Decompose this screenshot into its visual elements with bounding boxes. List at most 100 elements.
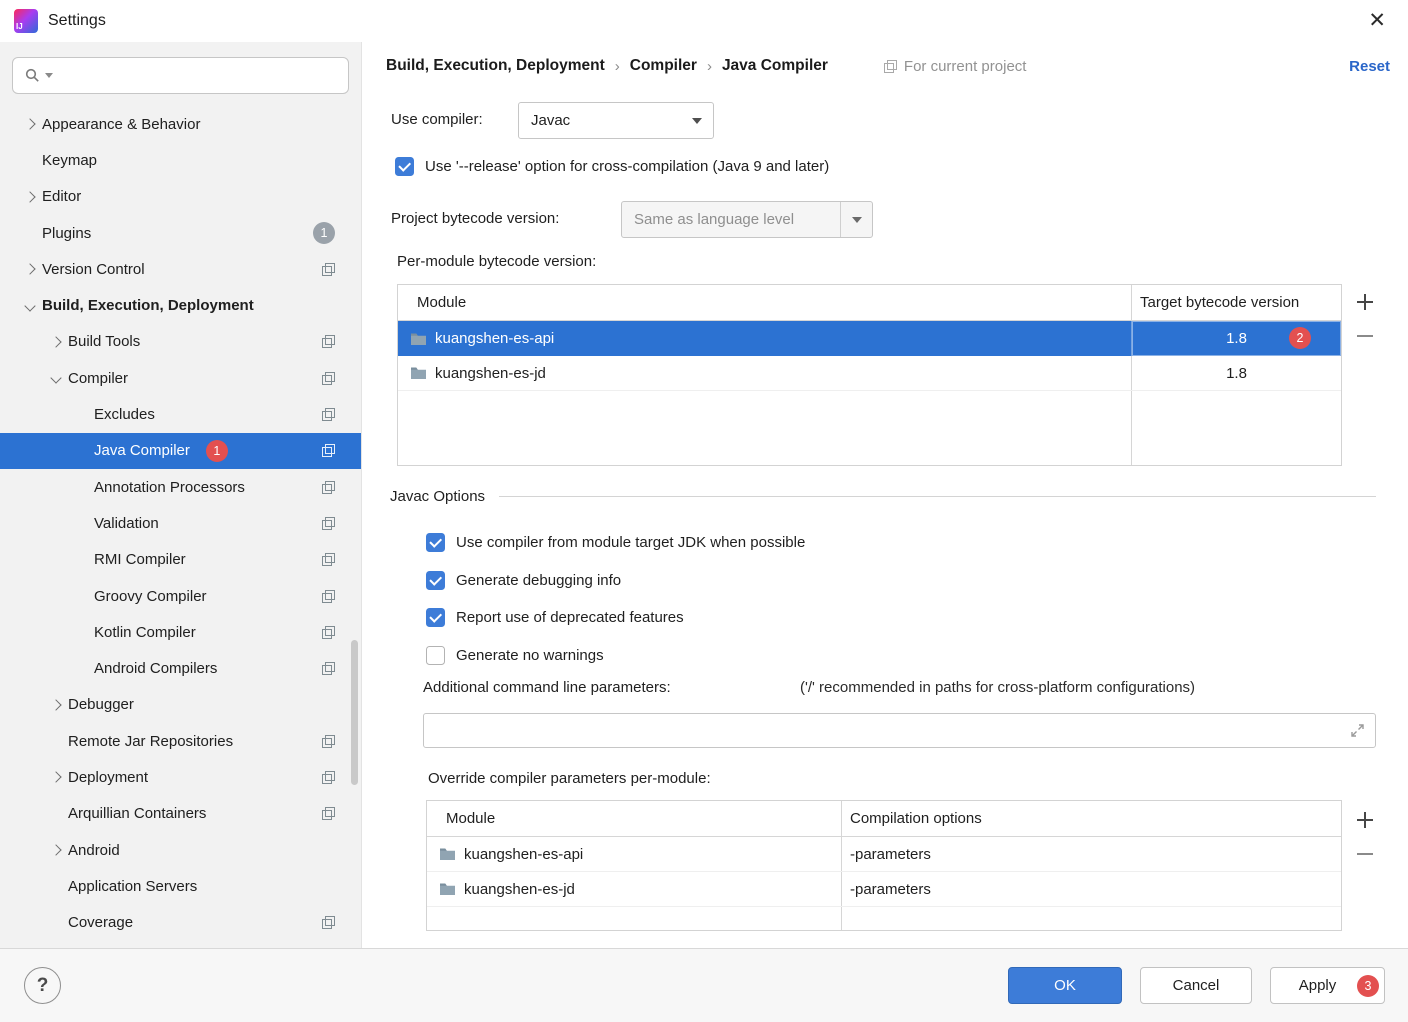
sidebar-item-coverage[interactable]: Coverage <box>0 905 361 941</box>
remove-override-button[interactable] <box>1357 853 1373 855</box>
compiler-dropdown[interactable]: Javac <box>518 102 714 139</box>
chevron-spacer <box>20 222 42 244</box>
chevron-right-icon[interactable] <box>20 186 42 208</box>
option-label: Generate no warnings <box>456 647 604 664</box>
breadcrumb-build-execution-deployment[interactable]: Build, Execution, Deployment <box>386 57 605 75</box>
chevron-down-icon[interactable] <box>840 202 872 237</box>
sidebar-item-compiler[interactable]: Compiler <box>0 360 361 396</box>
shared-settings-icon <box>884 60 897 73</box>
target-bytecode-cell[interactable]: 1.82 <box>1131 321 1341 356</box>
sidebar-item-application-servers[interactable]: Application Servers <box>0 868 361 904</box>
chevron-right-icon[interactable] <box>46 766 68 788</box>
chevron-spacer <box>72 549 94 571</box>
module-icon <box>410 332 427 346</box>
sidebar-item-debugger[interactable]: Debugger <box>0 687 361 723</box>
shared-settings-icon <box>322 662 335 675</box>
sidebar-item-plugins[interactable]: Plugins1 <box>0 215 361 251</box>
sidebar-item-arquillian-containers[interactable]: Arquillian Containers <box>0 796 361 832</box>
sidebar-item-build-execution-deployment[interactable]: Build, Execution, Deployment <box>0 287 361 323</box>
table-row-kuangshen-es-api[interactable]: kuangshen-es-api1.82 <box>398 321 1341 356</box>
checkbox-checked-icon[interactable] <box>426 571 445 590</box>
breadcrumb-separator: › <box>615 58 620 75</box>
sidebar-item-android-compilers[interactable]: Android Compilers <box>0 650 361 686</box>
module-cell: kuangshen-es-api <box>427 837 841 871</box>
target-bytecode-cell[interactable]: 1.8 <box>1131 356 1341 390</box>
sidebar-item-groovy-compiler[interactable]: Groovy Compiler <box>0 578 361 614</box>
search-input[interactable] <box>58 67 336 84</box>
sidebar-item-keymap[interactable]: Keymap <box>0 142 361 178</box>
sidebar-item-java-compiler[interactable]: Java Compiler1 <box>0 433 361 469</box>
chevron-spacer <box>72 658 94 680</box>
compilation-options-cell[interactable]: -parameters <box>841 872 1341 906</box>
intellij-logo-icon: IJ <box>14 9 38 33</box>
add-module-button[interactable] <box>1355 292 1375 312</box>
shared-settings-icon <box>322 590 335 603</box>
empty-cell <box>398 391 1131 465</box>
chevron-right-icon[interactable] <box>20 258 42 280</box>
sidebar-item-excludes[interactable]: Excludes <box>0 396 361 432</box>
checkbox-checked-icon[interactable] <box>426 533 445 552</box>
expand-field-icon[interactable] <box>1350 723 1365 738</box>
ok-button[interactable]: OK <box>1008 967 1122 1004</box>
sidebar-item-kotlin-compiler[interactable]: Kotlin Compiler <box>0 614 361 650</box>
cmdline-params-input[interactable] <box>434 722 1350 739</box>
sidebar-item-version-control[interactable]: Version Control <box>0 251 361 287</box>
sidebar-item-label: Editor <box>42 188 81 205</box>
sidebar-item-validation[interactable]: Validation <box>0 505 361 541</box>
remove-module-button[interactable] <box>1357 335 1373 337</box>
table-row-kuangshen-es-api[interactable]: kuangshen-es-api-parameters <box>427 837 1341 872</box>
cmdline-params-field[interactable] <box>423 713 1376 748</box>
sidebar-item-label: Build, Execution, Deployment <box>42 297 254 314</box>
chevron-down-icon[interactable] <box>681 103 713 138</box>
sidebar-item-label: Appearance & Behavior <box>42 116 200 133</box>
chevron-down-icon[interactable] <box>46 367 68 389</box>
sidebar-item-appearance-behavior[interactable]: Appearance & Behavior <box>0 106 361 142</box>
compilation-options-cell[interactable]: -parameters <box>841 837 1341 871</box>
help-button[interactable]: ? <box>24 967 61 1004</box>
option-report-use-of-deprecated-features[interactable]: Report use of deprecated features <box>426 599 805 637</box>
sidebar-item-build-tools[interactable]: Build Tools <box>0 324 361 360</box>
module-cell: kuangshen-es-api <box>398 321 1131 356</box>
checkbox-checked-icon[interactable] <box>426 608 445 627</box>
add-override-button[interactable] <box>1355 810 1375 830</box>
checkbox-checked-icon[interactable] <box>395 157 414 176</box>
chevron-spacer <box>20 149 42 171</box>
table-row-kuangshen-es-jd[interactable]: kuangshen-es-jd1.8 <box>398 356 1341 391</box>
shared-settings-icon <box>322 771 335 784</box>
sidebar-item-android[interactable]: Android <box>0 832 361 868</box>
chevron-right-icon[interactable] <box>46 839 68 861</box>
settings-search[interactable] <box>12 57 349 94</box>
sidebar-scrollbar[interactable] <box>351 640 358 785</box>
release-option-row[interactable]: Use '--release' option for cross-compila… <box>395 157 829 176</box>
breadcrumb-compiler[interactable]: Compiler <box>630 57 697 75</box>
search-filter-caret-icon[interactable] <box>45 73 53 78</box>
column-header-target-bytecode-version: Target bytecode version <box>1131 285 1341 320</box>
apply-button[interactable]: Apply 3 <box>1270 967 1385 1004</box>
sidebar-item-remote-jar-repositories[interactable]: Remote Jar Repositories <box>0 723 361 759</box>
scope-label: For current project <box>904 58 1027 75</box>
option-generate-no-warnings[interactable]: Generate no warnings <box>426 637 805 675</box>
sidebar-item-label: Android <box>68 842 120 859</box>
chevron-down-icon[interactable] <box>20 295 42 317</box>
option-label: Report use of deprecated features <box>456 609 684 626</box>
apply-button-label: Apply <box>1299 977 1337 994</box>
table-row-kuangshen-es-jd[interactable]: kuangshen-es-jd-parameters <box>427 872 1341 907</box>
reset-link[interactable]: Reset <box>1349 58 1390 75</box>
checkbox-unchecked-icon[interactable] <box>426 646 445 665</box>
sidebar-item-deployment[interactable]: Deployment <box>0 759 361 795</box>
javac-options-checkboxes: Use compiler from module target JDK when… <box>426 524 805 674</box>
chevron-right-icon[interactable] <box>46 331 68 353</box>
option-generate-debugging-info[interactable]: Generate debugging info <box>426 562 805 600</box>
chevron-right-icon[interactable] <box>46 694 68 716</box>
cancel-button[interactable]: Cancel <box>1140 967 1252 1004</box>
option-use-compiler-from-module-target-jdk-when-possible[interactable]: Use compiler from module target JDK when… <box>426 524 805 562</box>
target-bytecode-value: 1.8 <box>1226 365 1247 382</box>
bytecode-version-dropdown[interactable]: Same as language level <box>621 201 873 238</box>
breadcrumb-java-compiler[interactable]: Java Compiler <box>722 57 828 75</box>
red-count-badge: 2 <box>1289 327 1311 349</box>
sidebar-item-editor[interactable]: Editor <box>0 179 361 215</box>
sidebar-item-rmi-compiler[interactable]: RMI Compiler <box>0 542 361 578</box>
close-icon[interactable]: ✕ <box>1368 8 1386 34</box>
chevron-right-icon[interactable] <box>20 113 42 135</box>
sidebar-item-annotation-processors[interactable]: Annotation Processors <box>0 469 361 505</box>
